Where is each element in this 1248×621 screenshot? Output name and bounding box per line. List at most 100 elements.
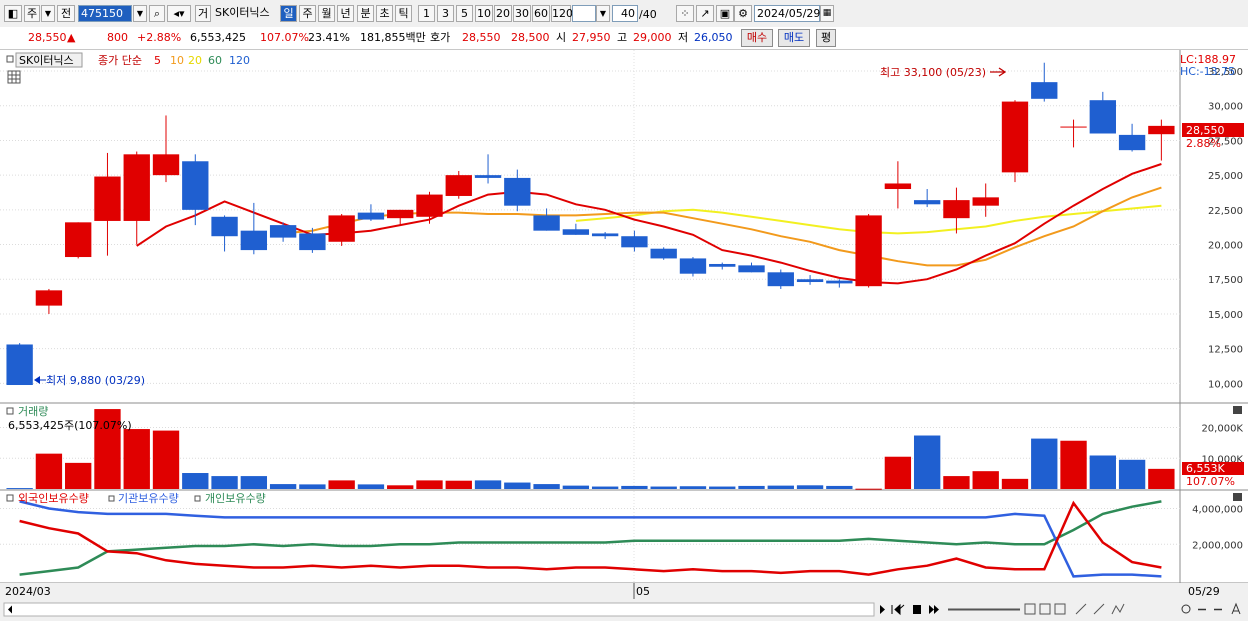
vol-last-pct: 107.07% [1186, 475, 1235, 488]
interval-5[interactable]: 5 [456, 5, 473, 22]
scroll-track[interactable] [3, 602, 875, 617]
candle-body [6, 344, 33, 386]
crosshair-icon[interactable]: ⁘ [676, 5, 694, 22]
interval-custom-input[interactable] [572, 5, 596, 22]
volume-bar [299, 484, 326, 489]
code-dropdown-icon[interactable]: ▼ [133, 5, 147, 22]
interval-20[interactable]: 20 [494, 5, 512, 22]
volume-bar [357, 484, 385, 489]
period-second[interactable]: 초 [376, 5, 393, 22]
name-button[interactable]: 거 [195, 5, 211, 22]
volume-value: 6,553,425주(107.07%) [8, 419, 132, 432]
gear-icon[interactable]: ⚙ [734, 5, 752, 22]
sound-icon[interactable]: ◂▾ [167, 5, 191, 22]
save-icon[interactable]: ▣ [716, 5, 734, 22]
chart-area[interactable]: 32,50030,00027,50025,00022,50020,00017,5… [0, 50, 1248, 621]
candle-body [913, 200, 941, 205]
turnover-rate: 23.41% [308, 31, 350, 44]
interval-10[interactable]: 10 [475, 5, 493, 22]
candle-body [1148, 125, 1175, 135]
volume-bar [767, 485, 794, 489]
volume-bar [1118, 459, 1146, 489]
open-label: 시 [556, 31, 567, 44]
draw-line-icon[interactable]: ↗ [696, 5, 714, 22]
volume-bar [1148, 468, 1175, 489]
count-input[interactable]: 40 [612, 5, 638, 22]
volume-ratio: 107.07% [260, 31, 309, 44]
volume-bar [474, 480, 502, 489]
volume-value: 6,553,425 [190, 31, 246, 44]
type-dropdown-icon[interactable]: ▼ [41, 5, 55, 22]
volume-bar [123, 429, 150, 489]
vol-close-icon[interactable] [1233, 406, 1242, 414]
sell-button[interactable]: 매도 [778, 29, 810, 47]
period-minute[interactable]: 분 [357, 5, 374, 22]
candle-body [709, 263, 736, 267]
vol-last-tag-text: 6,553K [1186, 462, 1225, 475]
high-price: 29,000 [633, 31, 672, 44]
period-tick[interactable]: 틱 [395, 5, 412, 22]
eval-button[interactable]: 평 [816, 29, 836, 47]
legend-institution: 기관보유수량 [118, 492, 179, 505]
institution-line [19, 500, 1162, 578]
candle-body [943, 200, 970, 219]
ma20-legend: 20 [188, 54, 202, 67]
candle-body [123, 154, 150, 221]
y-tick-main: 30,000 [1208, 102, 1243, 113]
volume-bar [211, 476, 238, 489]
volume-bar [591, 486, 619, 489]
volume-bar [1001, 478, 1029, 489]
candle-body [884, 183, 912, 190]
high-label: 고 [617, 31, 628, 44]
candle-body [1118, 134, 1146, 151]
volume-bar [445, 480, 472, 489]
buy-button[interactable]: 매수 [741, 29, 773, 47]
interval-3[interactable]: 3 [437, 5, 454, 22]
table-icon[interactable] [7, 70, 21, 84]
legend-foreign: 외국인보유수량 [18, 492, 89, 505]
prev-button[interactable]: 전 [57, 5, 75, 22]
hold-panel-toggle-icon[interactable] [6, 494, 14, 502]
calendar-icon[interactable]: ▦ [820, 5, 834, 22]
period-day[interactable]: 일 [280, 5, 297, 22]
y-tick-vol: 20,000K [1201, 424, 1243, 435]
y-tick-main: 25,000 [1208, 171, 1243, 182]
ma5-legend: 5 [154, 54, 161, 67]
ask-price: 28,550 [462, 31, 501, 44]
period-month[interactable]: 월 [318, 5, 335, 22]
interval-1[interactable]: 1 [418, 5, 435, 22]
volume-bar [1031, 438, 1058, 489]
legend-institution-icon [108, 495, 115, 502]
x-axis-bar [0, 583, 1248, 599]
x-label-month: 05 [636, 585, 650, 598]
low-price: 26,050 [694, 31, 733, 44]
type-button[interactable]: 주 [24, 5, 40, 22]
candle-body [357, 212, 385, 220]
y-tick-hold: 2,000,000 [1192, 540, 1243, 551]
interval-120[interactable]: 120 [551, 5, 573, 22]
code-input[interactable]: 475150 [78, 5, 132, 22]
interval-30[interactable]: 30 [513, 5, 531, 22]
period-year[interactable]: 년 [337, 5, 354, 22]
candle-body [855, 215, 882, 287]
volume-bar [35, 453, 63, 489]
stop-icon[interactable] [913, 605, 921, 614]
change-percent: +2.88% [137, 31, 182, 44]
hold-close-icon[interactable] [1233, 493, 1242, 501]
period-week[interactable]: 주 [299, 5, 316, 22]
interval-dropdown-icon[interactable]: ▼ [596, 5, 610, 22]
ma120-legend: 120 [229, 54, 250, 67]
candle-body [35, 290, 63, 306]
vol-panel-toggle-icon[interactable] [6, 407, 14, 415]
interval-60[interactable]: 60 [532, 5, 550, 22]
search-icon[interactable]: ⌕ [149, 5, 165, 22]
count-total: /40 [639, 8, 657, 21]
window-icon[interactable]: ◧ [4, 5, 22, 22]
date-input[interactable]: 2024/05/29 [754, 5, 820, 22]
volume-bar [796, 485, 824, 489]
candle-body [679, 258, 707, 274]
ma60-legend: 60 [208, 54, 222, 67]
volume-bar [6, 488, 33, 490]
volume-bar [884, 456, 912, 489]
volume-bar [738, 485, 765, 489]
